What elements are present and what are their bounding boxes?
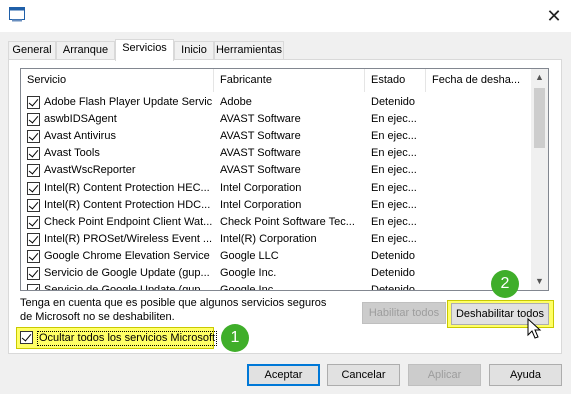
tab-arranque[interactable]: Arranque (56, 41, 115, 60)
table-row[interactable]: Check Point Endpoint Client Wat... Check … (21, 214, 531, 231)
tab-inicio[interactable]: Inicio (174, 41, 214, 60)
service-status: Detenido (371, 284, 416, 291)
service-name: Google Chrome Elevation Service (44, 249, 210, 262)
service-name: AvastWscReporter (44, 164, 136, 177)
scroll-down-icon[interactable]: ▼ (531, 273, 548, 290)
callout-badge-1: 1 (221, 324, 249, 352)
app-window-icon (9, 7, 25, 22)
service-status: Detenido (371, 249, 416, 262)
table-row[interactable]: Servicio de Google Update (gup... Google … (21, 265, 531, 282)
accept-button[interactable]: Aceptar (247, 364, 320, 386)
service-maker: Intel(R) Corporation (220, 232, 317, 245)
help-button[interactable]: Ayuda (489, 364, 562, 386)
vertical-scrollbar[interactable]: ▲ ▼ (531, 69, 548, 290)
title-bar: ✕ (0, 0, 571, 32)
table-row[interactable]: Google Chrome Elevation Service Google LL… (21, 248, 531, 265)
table-row[interactable]: Intel(R) Content Protection HEC... Intel … (21, 180, 531, 197)
service-status: En ejec... (371, 130, 417, 143)
hide-ms-check-box[interactable] (20, 331, 33, 344)
service-checkbox[interactable] (27, 284, 40, 290)
table-row[interactable]: aswbIDSAgent AVAST Software En ejec... (21, 111, 531, 128)
service-checkbox[interactable] (27, 164, 40, 178)
service-checkbox[interactable] (27, 130, 40, 144)
service-maker: Intel Corporation (220, 181, 302, 194)
service-checkbox[interactable] (27, 181, 40, 195)
service-checkbox[interactable] (27, 267, 40, 280)
service-checkbox[interactable] (27, 113, 40, 127)
service-name: Servicio de Google Update (gup... (44, 267, 210, 279)
column-header-service[interactable]: Servicio (21, 69, 214, 92)
service-status: En ejec... (371, 147, 417, 160)
callout-badge-2: 2 (491, 270, 519, 298)
service-checkbox[interactable] (27, 147, 40, 161)
service-name: Intel(R) Content Protection HDC... (44, 198, 211, 211)
scroll-thumb[interactable] (534, 88, 545, 148)
table-row[interactable]: Servicio de Google Update (gup... Google … (21, 282, 531, 291)
service-status: En ejec... (371, 181, 417, 194)
service-maker: AVAST Software (220, 130, 301, 143)
service-maker: Check Point Software Tec... (220, 215, 355, 228)
scroll-up-icon[interactable]: ▲ (531, 69, 548, 86)
service-name: Intel(R) PROSet/Wireless Event ... (44, 232, 212, 245)
note-text: Tenga en cuenta que es posible que algun… (20, 297, 327, 323)
enable-all-button[interactable]: Habilitar todos (362, 302, 446, 324)
service-status: En ejec... (371, 113, 417, 126)
service-status: En ejec... (371, 232, 417, 245)
service-name: aswbIDSAgent (44, 113, 117, 126)
column-header-status[interactable]: Estado (365, 69, 426, 92)
service-name: Intel(R) Content Protection HEC... (44, 181, 210, 194)
service-status: En ejec... (371, 164, 417, 177)
service-maker: AVAST Software (220, 113, 301, 126)
service-name: Avast Tools (44, 147, 100, 160)
apply-button[interactable]: Aplicar (408, 364, 481, 386)
service-status: Detenido (371, 267, 416, 279)
service-maker: Google LLC (220, 249, 279, 262)
service-name: Check Point Endpoint Client Wat... (44, 215, 212, 228)
table-row[interactable]: AvastWscReporter AVAST Software En ejec... (21, 162, 531, 179)
service-status: Detenido (371, 96, 416, 108)
column-header-disable-date[interactable]: Fecha de desha... (426, 69, 531, 92)
service-status: En ejec... (371, 215, 417, 228)
service-maker: Intel Corporation (220, 198, 302, 211)
service-maker: Google Inc. (220, 267, 277, 279)
cancel-button[interactable]: Cancelar (327, 364, 400, 386)
list-header: Servicio Fabricante Estado Fecha de desh… (21, 69, 531, 92)
mouse-pointer-icon (527, 318, 542, 339)
table-row[interactable]: Adobe Flash Player Update Service Adobe De… (21, 94, 531, 111)
services-list[interactable]: Servicio Fabricante Estado Fecha de desh… (20, 68, 549, 291)
service-maker: AVAST Software (220, 147, 301, 160)
service-name: Avast Antivirus (44, 130, 116, 143)
column-header-maker[interactable]: Fabricante (214, 69, 365, 92)
service-name: Servicio de Google Update (gup... (44, 284, 210, 291)
service-status: En ejec... (371, 198, 417, 211)
service-checkbox[interactable] (27, 96, 40, 109)
table-row[interactable]: Avast Antivirus AVAST Software En ejec... (21, 128, 531, 145)
table-row[interactable]: Intel(R) PROSet/Wireless Event ... Intel(… (21, 231, 531, 248)
service-maker: Google Inc. (220, 284, 277, 291)
table-row[interactable]: Intel(R) Content Protection HDC... Intel … (21, 197, 531, 214)
table-row[interactable]: Avast Tools AVAST Software En ejec... (21, 145, 531, 162)
tab-general[interactable]: General (8, 41, 56, 60)
service-checkbox[interactable] (27, 232, 40, 246)
service-name: Adobe Flash Player Update Service (44, 96, 212, 108)
close-icon[interactable]: ✕ (541, 3, 567, 29)
hide-ms-label[interactable]: Ocultar todos los servicios Microsoft (37, 331, 218, 346)
service-maker: Adobe (220, 96, 252, 108)
tab-herramientas[interactable]: Herramientas (214, 41, 284, 60)
service-checkbox[interactable] (27, 198, 40, 212)
service-checkbox[interactable] (27, 215, 40, 229)
tab-servicios[interactable]: Servicios (115, 39, 174, 61)
service-maker: AVAST Software (220, 164, 301, 177)
service-checkbox[interactable] (27, 249, 40, 263)
